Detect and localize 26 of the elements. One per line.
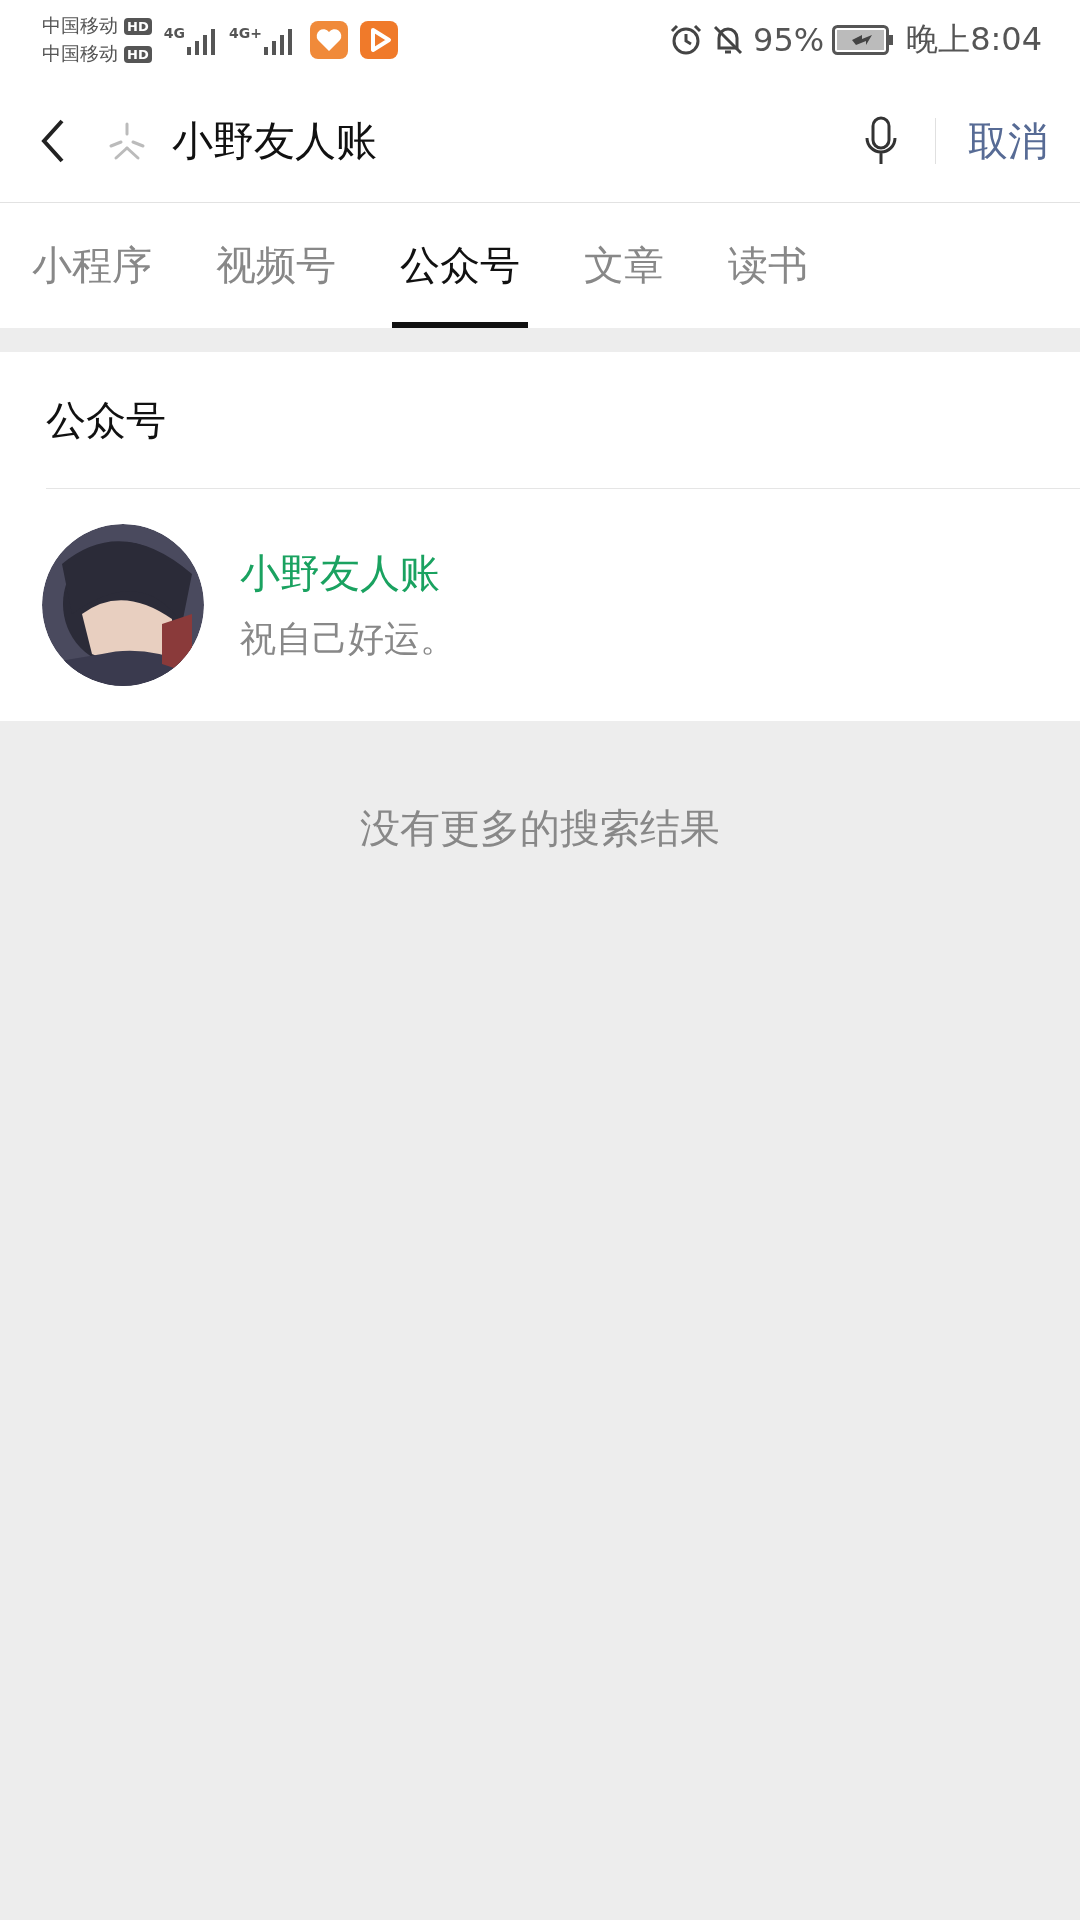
no-more-results-text: 没有更多的搜索结果: [359, 804, 721, 853]
heart-app-icon: [309, 21, 348, 59]
play-app-icon: [359, 21, 398, 59]
tab[interactable]: 文章: [576, 203, 672, 328]
section-title: 公众号: [46, 352, 1080, 489]
clock-time: 晚上8:04: [906, 19, 1042, 60]
hd-badge: HD: [124, 45, 152, 63]
tab[interactable]: 公众号: [392, 203, 528, 328]
search-field[interactable]: 小野友人账: [172, 113, 863, 169]
battery-percent: 95%: [753, 21, 825, 59]
battery-icon: [832, 25, 895, 55]
bell-off-icon: [711, 23, 745, 57]
microphone-icon[interactable]: [863, 116, 899, 166]
carrier-name: 中国移动: [42, 41, 118, 66]
account-description: 祝自己好运。: [240, 617, 456, 661]
tab[interactable]: 小程序: [24, 203, 160, 328]
network-type: 4G: [163, 25, 185, 41]
cancel-button[interactable]: 取消: [968, 113, 1048, 169]
account-result[interactable]: 小野友人账 祝自己好运。: [42, 489, 1080, 721]
tab[interactable]: 读书: [720, 203, 816, 328]
alarm-icon: [669, 23, 703, 57]
account-name: 小野友人账: [240, 549, 441, 598]
tab[interactable]: 视频号: [208, 203, 344, 328]
carrier-name: 中国移动: [42, 13, 118, 38]
hd-badge: HD: [124, 17, 152, 35]
network-type: 4G+: [228, 25, 262, 41]
